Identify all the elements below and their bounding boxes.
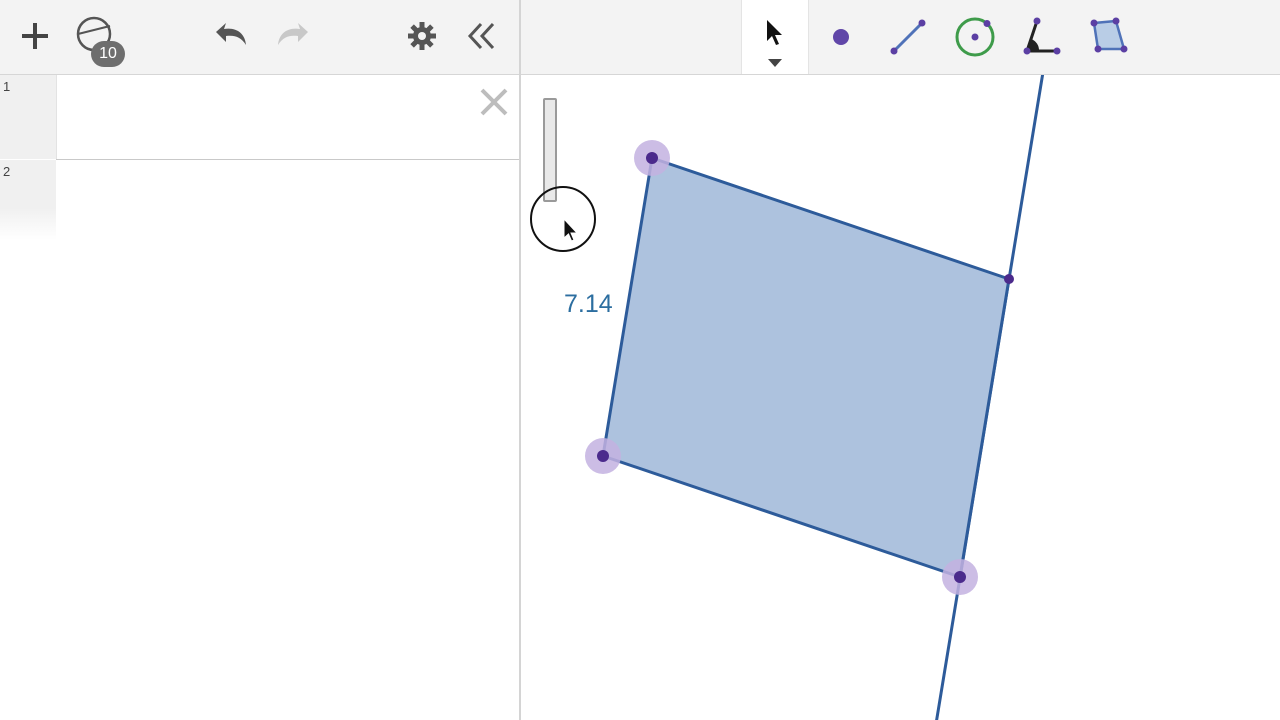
add-button[interactable] xyxy=(11,12,59,60)
close-icon xyxy=(480,88,508,116)
point-object[interactable] xyxy=(1004,274,1014,284)
double-chevron-left-icon xyxy=(467,22,495,50)
gear-icon xyxy=(408,22,436,50)
undo-icon xyxy=(216,23,246,45)
tool-polygon[interactable] xyxy=(1079,8,1137,66)
slider-handle[interactable] xyxy=(543,98,557,202)
row-number: 2 xyxy=(3,164,11,179)
algebra-toolbar: 10 xyxy=(0,0,519,75)
point-object[interactable] xyxy=(954,571,966,583)
tool-segment[interactable] xyxy=(879,8,937,66)
mouse-cursor-icon xyxy=(563,218,579,242)
algebra-row[interactable]: 1 xyxy=(0,75,519,159)
row-gutter: 2 xyxy=(0,160,56,240)
tool-circle[interactable] xyxy=(946,8,1004,66)
tool-angle[interactable] xyxy=(1012,8,1070,66)
polygon-icon xyxy=(1090,17,1128,53)
chevron-down-icon xyxy=(768,59,782,67)
tool-point[interactable] xyxy=(812,8,870,66)
undo-button[interactable] xyxy=(208,12,256,60)
point-object[interactable] xyxy=(597,450,609,462)
polygon-object[interactable] xyxy=(601,156,1011,579)
point-object[interactable] xyxy=(646,152,658,164)
graphics-view[interactable] xyxy=(521,75,1280,720)
circle-center-point-icon xyxy=(955,17,995,57)
collapse-panel-button[interactable] xyxy=(458,12,506,60)
row-gutter: 1 xyxy=(0,75,57,159)
cursor-arrow-icon xyxy=(767,20,782,45)
tools-toolbar xyxy=(521,0,1280,75)
segment-icon xyxy=(890,19,926,55)
row-number: 1 xyxy=(3,79,11,94)
angle-icon xyxy=(1023,17,1061,55)
construction-count-badge: 10 xyxy=(91,41,125,67)
measurement-label: 7.14 xyxy=(564,290,613,318)
redo-button[interactable] xyxy=(268,12,316,60)
settings-button[interactable] xyxy=(398,12,446,60)
plus-icon xyxy=(22,23,48,49)
redo-icon xyxy=(278,23,308,45)
point-icon xyxy=(833,29,849,45)
algebra-view: 1 2 xyxy=(0,75,519,720)
algebra-row[interactable]: 2 xyxy=(0,160,519,240)
close-button[interactable] xyxy=(477,85,511,119)
tool-move[interactable] xyxy=(741,0,809,74)
geometry-canvas[interactable] xyxy=(521,75,1280,720)
